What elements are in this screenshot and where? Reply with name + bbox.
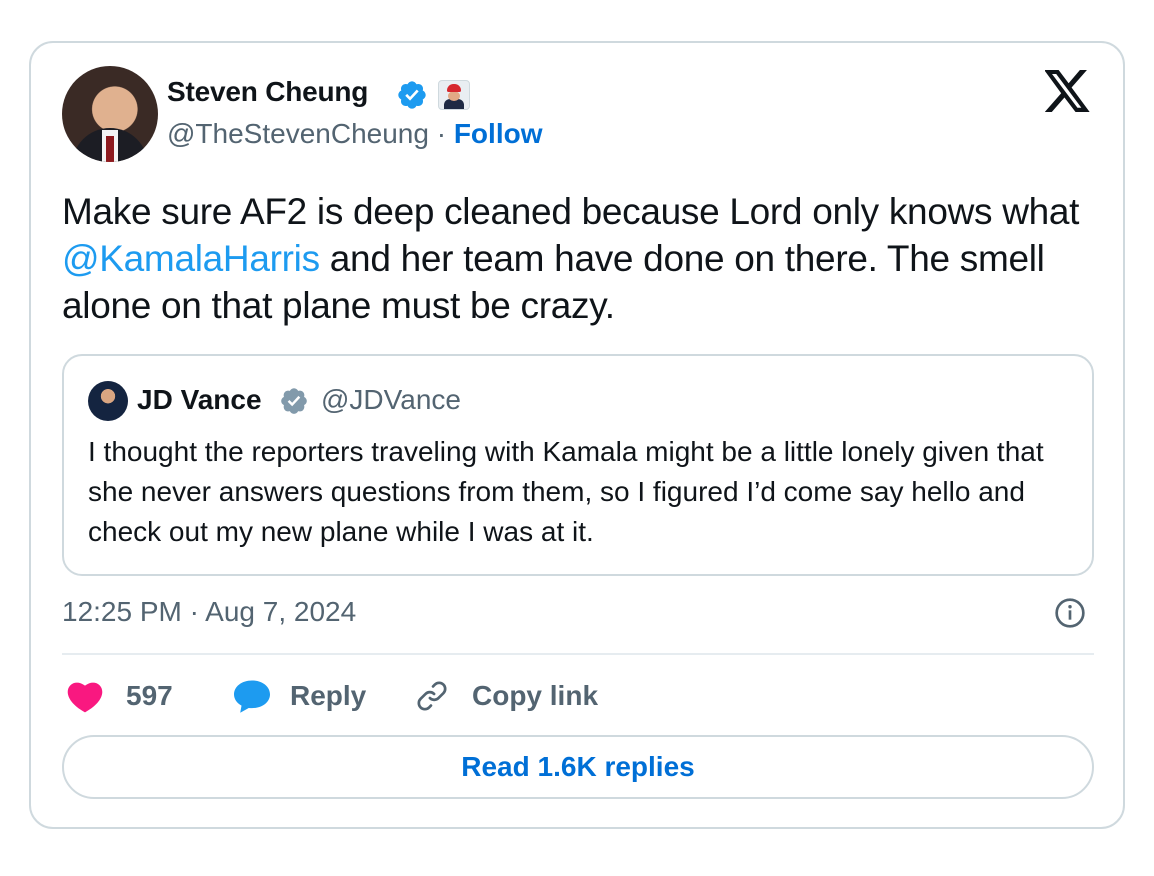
- reply-label: Reply: [290, 680, 367, 711]
- x-logo-icon[interactable]: [1045, 70, 1091, 112]
- follow-button[interactable]: Follow: [454, 118, 543, 149]
- link-icon: [417, 681, 447, 711]
- affiliation-badge-image: [438, 80, 470, 110]
- tweet-text: Make sure AF2 is deep cleaned because Lo…: [62, 188, 1082, 329]
- author-handle[interactable]: @TheStevenCheung: [167, 118, 429, 149]
- read-replies-label: Read 1.6K replies: [461, 751, 695, 782]
- speech-bubble-icon: [234, 680, 270, 713]
- heart-icon: [67, 682, 103, 713]
- like-button[interactable]: 597: [66, 674, 173, 718]
- verified-badge-icon: [281, 388, 307, 414]
- mention-link[interactable]: @KamalaHarris: [62, 238, 320, 279]
- copy-link-label: Copy link: [472, 680, 599, 711]
- tweet-text-part: Make sure AF2 is deep cleaned because Lo…: [62, 191, 1080, 232]
- author-name[interactable]: Steven Cheung: [167, 76, 368, 108]
- divider: [62, 653, 1094, 655]
- quoted-author-handle: @JDVance: [321, 384, 461, 415]
- read-replies-button[interactable]: Read 1.6K replies: [62, 735, 1094, 799]
- quoted-author-name: JD Vance: [137, 384, 262, 415]
- copy-link-button[interactable]: Copy link: [414, 674, 598, 718]
- like-count: 597: [126, 680, 173, 711]
- separator-dot: ·: [428, 118, 454, 149]
- tweet-timestamp[interactable]: 12:25 PM · Aug 7, 2024: [62, 596, 356, 628]
- quoted-tweet-text: I thought the reporters traveling with K…: [88, 436, 1044, 547]
- author-handle-row: @TheStevenCheung · Follow: [167, 118, 542, 150]
- quoted-author-avatar: [88, 381, 128, 421]
- verified-badge-icon: [398, 81, 426, 109]
- reply-button[interactable]: Reply: [232, 674, 366, 718]
- info-icon[interactable]: [1054, 597, 1086, 629]
- author-avatar[interactable]: [62, 66, 158, 162]
